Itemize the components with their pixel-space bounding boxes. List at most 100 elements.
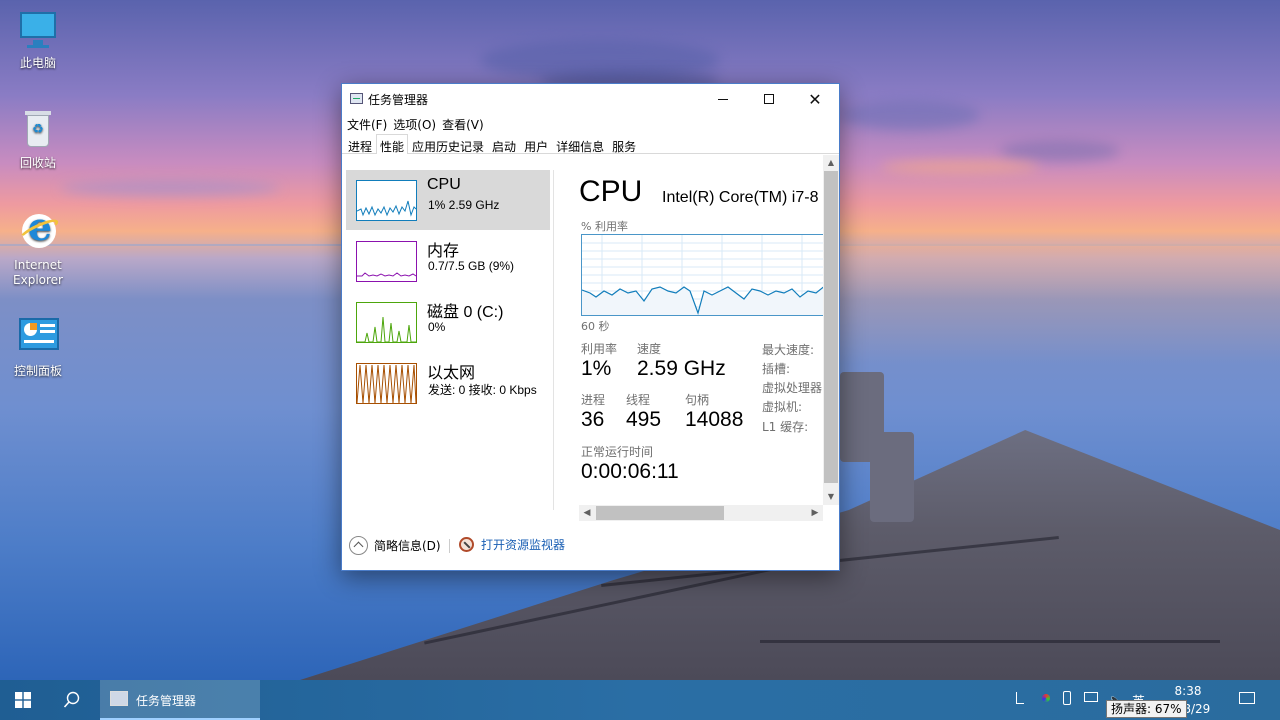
tab-performance[interactable]: 性能: [376, 134, 409, 154]
tab-users[interactable]: 用户: [520, 134, 552, 154]
uptime-label: 正常运行时间: [581, 445, 654, 459]
control-panel-icon: [16, 316, 60, 360]
scroll-left-icon[interactable]: ◀: [579, 505, 595, 521]
resource-disk[interactable]: 磁盘 0 (C:) 0%: [346, 292, 550, 352]
task-manager-window: 任务管理器 ✕ 文件(F) 选项(O) 查看(V) 进程 性能 应用历史记录 启…: [341, 83, 840, 571]
taskbar-app-label: 任务管理器: [136, 694, 197, 708]
menu-view[interactable]: 查看(V): [441, 114, 489, 134]
resource-ethernet[interactable]: 以太网 发送: 0 接收: 0 Kbps: [346, 353, 550, 413]
tab-services[interactable]: 服务: [608, 134, 640, 154]
resource-memory[interactable]: 内存 0.7/7.5 GB (9%): [346, 231, 550, 291]
resource-cpu[interactable]: CPU 1% 2.59 GHz: [346, 170, 550, 230]
resource-name: 以太网: [427, 365, 476, 382]
utilization-value: 1%: [581, 357, 612, 380]
disk-mini-graph: [356, 302, 417, 343]
desktop-icon-label: 回收站: [19, 156, 56, 170]
virtual-machine-label: 虚拟机:: [762, 400, 803, 414]
search-button[interactable]: [48, 680, 96, 720]
menu-options[interactable]: 选项(O): [392, 114, 441, 134]
cpu-heading: CPU: [579, 175, 643, 208]
ethernet-mini-graph: [356, 363, 417, 404]
desktop-icon-internet-explorer[interactable]: e Internet Explorer: [0, 207, 76, 288]
tab-details[interactable]: 详细信息: [552, 134, 608, 154]
open-resource-monitor-link[interactable]: 打开资源监视器: [459, 536, 565, 553]
action-center-button[interactable]: [1232, 680, 1262, 720]
maximize-button[interactable]: [746, 84, 792, 114]
pane-divider[interactable]: [553, 170, 554, 510]
uptime-value: 0:00:06:11: [581, 460, 679, 483]
tab-processes[interactable]: 进程: [344, 134, 376, 154]
virtual-processors-label: 虚拟处理器: [762, 381, 823, 395]
tab-app-history[interactable]: 应用历史记录: [408, 134, 488, 154]
processes-value: 36: [581, 408, 605, 431]
internet-explorer-icon: e: [16, 207, 61, 254]
resource-name: CPU: [427, 176, 461, 193]
menu-file[interactable]: 文件(F): [346, 114, 392, 134]
task-manager-icon: [350, 93, 363, 104]
desktop-icon-recycle-bin[interactable]: ♻ 回收站: [0, 108, 76, 171]
utilization-label: 利用率: [581, 342, 618, 356]
threads-label: 线程: [626, 393, 651, 407]
resource-name: 磁盘 0 (C:): [427, 304, 504, 321]
processes-label: 进程: [581, 393, 606, 407]
performance-content: CPU 1% 2.59 GHz 内存 0.7/7.5 GB (9%) 磁盘 0 …: [342, 155, 839, 525]
graph-time-span: 60 秒: [581, 320, 610, 333]
fewer-details-label: 简略信息(D): [374, 539, 441, 553]
vertical-scroll-thumb[interactable]: [824, 171, 838, 483]
usb-device-icon[interactable]: [1060, 680, 1074, 720]
resource-name: 内存: [427, 243, 460, 260]
resource-monitor-label: 打开资源监视器: [481, 538, 566, 552]
computer-icon: [16, 8, 60, 52]
resource-monitor-icon: [459, 537, 474, 552]
close-icon: ✕: [808, 89, 822, 109]
minimize-button[interactable]: [700, 84, 746, 114]
windows-logo-icon: [15, 692, 31, 708]
fewer-details-button[interactable]: 简略信息(D): [349, 536, 441, 555]
taskbar: 任务管理器 🔈 英 8:38 4/8/29: [0, 680, 1280, 720]
menu-bar: 文件(F) 选项(O) 查看(V): [342, 114, 839, 134]
cpu-utilization-graph: [581, 234, 823, 316]
minimize-icon: [718, 98, 728, 100]
desktop-icon-this-pc[interactable]: 此电脑: [0, 8, 76, 71]
handles-value: 14088: [685, 408, 744, 431]
vertical-scrollbar[interactable]: ▲ ▼: [823, 155, 839, 505]
speed-label: 速度: [637, 342, 662, 356]
tab-startup[interactable]: 启动: [488, 134, 520, 154]
volume-tooltip: 扬声器: 67%: [1106, 700, 1187, 718]
cpu-mini-graph: [356, 180, 417, 221]
threads-value: 495: [626, 408, 662, 431]
window-title: 任务管理器: [368, 93, 429, 107]
resource-detail: 0%: [428, 320, 446, 334]
max-speed-label: 最大速度:: [762, 343, 815, 357]
notification-icon: [1239, 692, 1255, 704]
speed-value: 2.59 GHz: [637, 357, 726, 380]
recycle-bin-icon: ♻: [16, 108, 60, 152]
desktop-icon-control-panel[interactable]: 控制面板: [0, 316, 76, 379]
close-button[interactable]: ✕: [792, 84, 838, 114]
network-icon[interactable]: [1082, 680, 1100, 720]
desktop-icon-label: 控制面板: [13, 364, 62, 378]
horizontal-scroll-thumb[interactable]: [596, 506, 724, 520]
memory-mini-graph: [356, 241, 417, 282]
desktop-icon-label: 此电脑: [19, 56, 56, 70]
resource-detail: 发送: 0 接收: 0 Kbps: [428, 383, 537, 397]
taskbar-task-manager[interactable]: 任务管理器: [100, 680, 260, 720]
horizontal-scrollbar[interactable]: ◀ ▶: [579, 505, 823, 521]
desktop-icon-label: Internet Explorer: [13, 258, 63, 287]
resource-list: CPU 1% 2.59 GHz 内存 0.7/7.5 GB (9%) 磁盘 0 …: [346, 170, 550, 510]
start-button[interactable]: [0, 680, 46, 720]
color-icon[interactable]: [1040, 680, 1052, 720]
title-bar[interactable]: 任务管理器 ✕: [342, 84, 839, 114]
utilization-graph-label: % 利用率: [581, 220, 628, 233]
l1-cache-label: L1 缓存:: [762, 420, 809, 434]
scroll-up-icon[interactable]: ▲: [823, 155, 839, 171]
scroll-down-icon[interactable]: ▼: [823, 489, 839, 505]
task-manager-icon: [110, 691, 128, 706]
cpu-detail-pane: CPU Intel(R) Core(TM) i7-8 % 利用率 60 秒 利用…: [579, 155, 823, 500]
resource-detail: 1% 2.59 GHz: [428, 198, 500, 212]
scroll-right-icon[interactable]: ▶: [807, 505, 823, 521]
tray-overflow-icon[interactable]: [1016, 680, 1026, 720]
chevron-up-icon: [349, 536, 368, 555]
handles-label: 句柄: [685, 393, 710, 407]
window-footer: 简略信息(D) 打开资源监视器: [342, 531, 839, 561]
